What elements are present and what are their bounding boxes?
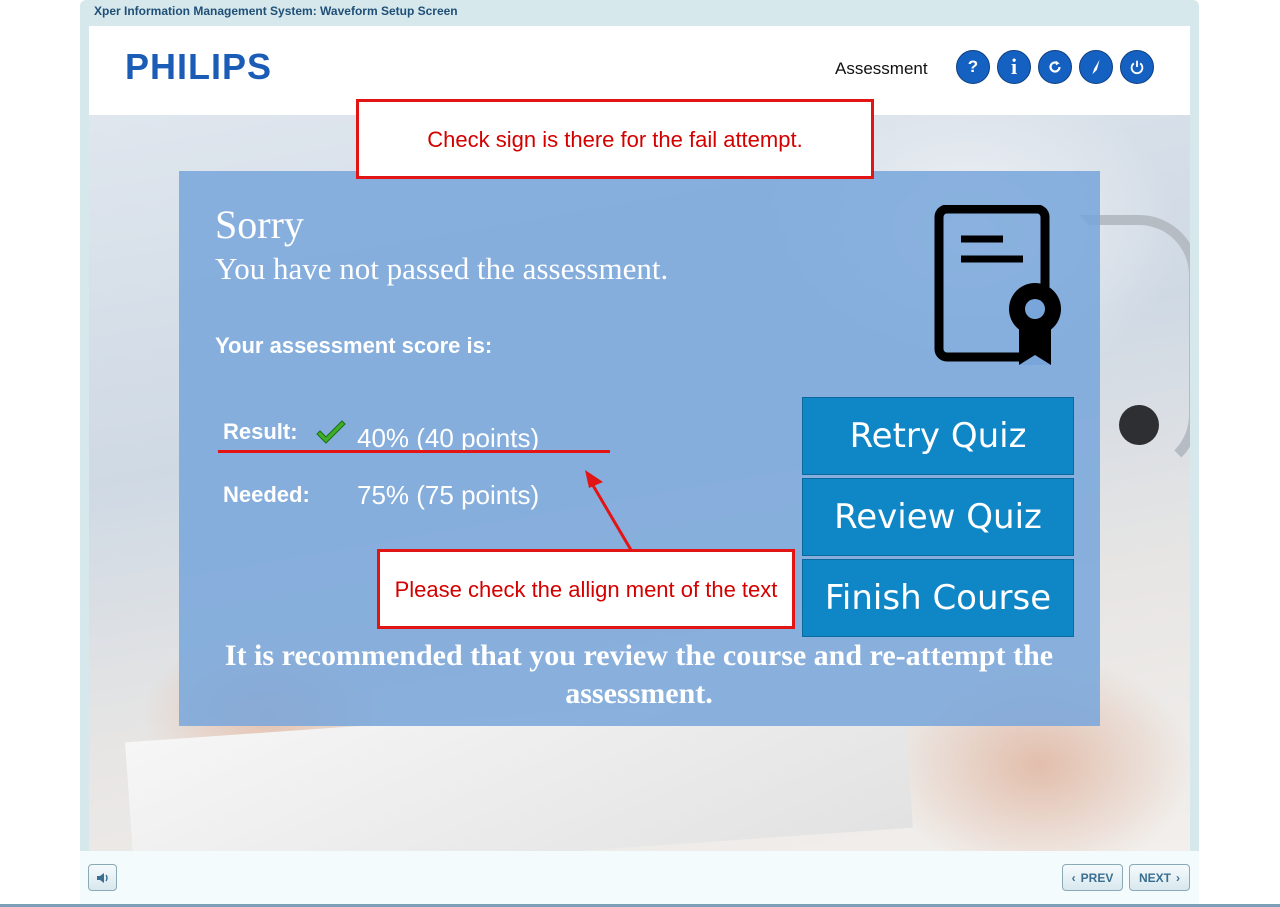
help-button[interactable]: ? (956, 50, 990, 84)
result-heading: Sorry (215, 202, 304, 247)
recommendation-text: It is recommended that you review the co… (224, 639, 1054, 710)
bottom-bar: ‹ PREV NEXT › (80, 851, 1199, 907)
power-icon (1130, 60, 1144, 75)
chevron-right-icon: › (1176, 870, 1180, 885)
score-label: Your assessment score is: (215, 333, 493, 358)
next-button[interactable]: NEXT › (1129, 864, 1190, 891)
page-title: Assessment (835, 59, 928, 78)
window-title: Xper Information Management System: Wave… (94, 4, 458, 18)
replay-button[interactable] (1038, 50, 1072, 84)
background-stethoscope-head (1119, 405, 1159, 445)
info-button[interactable]: i (997, 50, 1031, 84)
check-icon (316, 420, 346, 444)
replay-icon (1049, 60, 1061, 73)
speaker-icon (96, 872, 108, 883)
annotation-underline (218, 450, 610, 453)
annotation-bottom-note: Please check the allign ment of the text (377, 549, 795, 629)
player-frame: Xper Information Management System: Wave… (80, 0, 1199, 907)
certificate-icon (934, 205, 1061, 365)
slide-stage: PHILIPS Assessment ? i Sorry You have no… (89, 26, 1190, 851)
next-label: NEXT (1138, 870, 1171, 885)
prev-label: PREV (1080, 870, 1114, 885)
finish-course-button[interactable]: Finish Course (802, 559, 1074, 637)
glossary-button[interactable] (1079, 50, 1113, 84)
help-icon: ? (967, 57, 979, 76)
needed-label: Needed: (223, 482, 310, 507)
info-icon: i (1010, 54, 1018, 79)
retry-quiz-button[interactable]: Retry Quiz (802, 397, 1074, 475)
exit-button[interactable] (1120, 50, 1154, 84)
annotation-top-note: Check sign is there for the fail attempt… (356, 99, 874, 179)
philips-logo: PHILIPS (125, 46, 273, 87)
compass-icon (1092, 59, 1100, 75)
result-label: Result: (223, 419, 298, 444)
chevron-left-icon: ‹ (1071, 870, 1076, 885)
review-quiz-button[interactable]: Review Quiz (802, 478, 1074, 556)
result-subheading: You have not passed the assessment. (215, 251, 669, 286)
needed-value: 75% (75 points) (357, 480, 540, 510)
annotation-arrow-icon (585, 470, 633, 551)
volume-button[interactable] (88, 864, 117, 891)
result-panel: Sorry You have not passed the assessment… (179, 171, 1100, 726)
prev-button[interactable]: ‹ PREV (1062, 864, 1123, 891)
